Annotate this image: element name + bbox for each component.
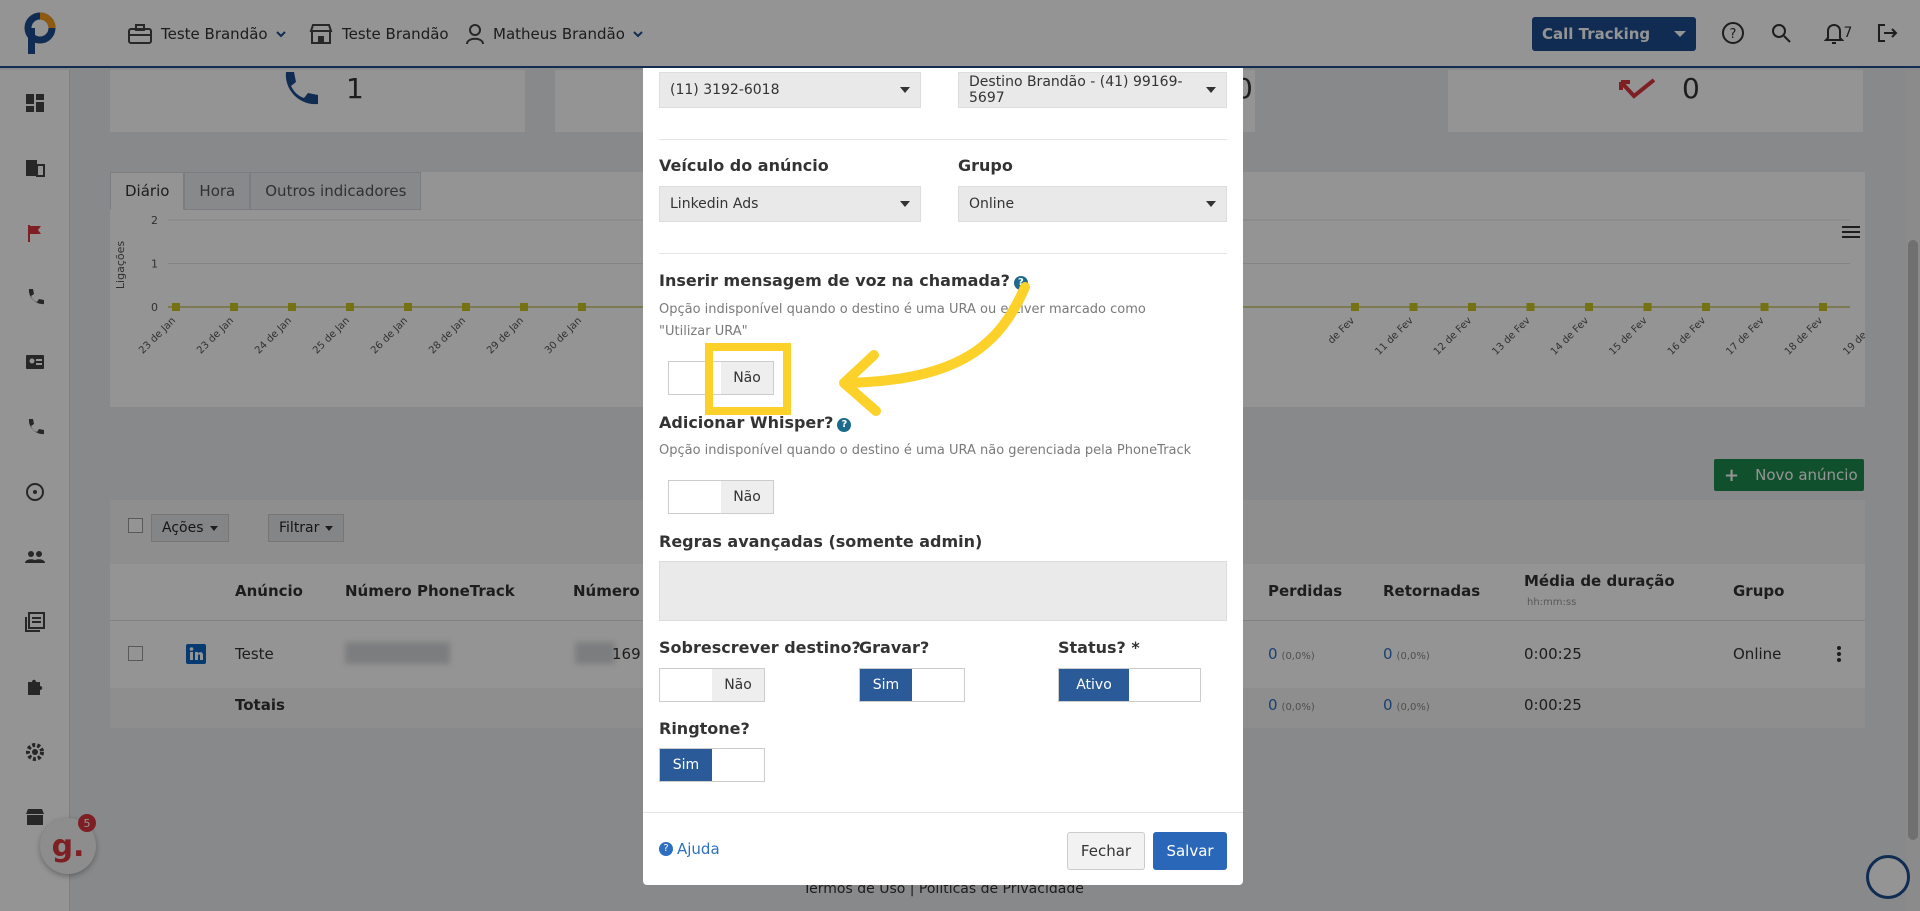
caret-down-icon	[1206, 87, 1216, 93]
vehicle-select[interactable]: Linkedin Ads	[659, 186, 921, 222]
whisper-label: Adicionar Whisper??	[659, 413, 852, 432]
destination-select[interactable]: Destino Brandão - (41) 99169-5697	[958, 72, 1227, 108]
vehicle-value: Linkedin Ads	[670, 196, 759, 212]
ringtone-label: Ringtone?	[659, 719, 750, 738]
record-toggle[interactable]: Sim	[859, 668, 965, 702]
toggle-off-segment	[912, 669, 964, 701]
status-toggle-label: Ativo	[1059, 669, 1129, 701]
divider	[659, 139, 1227, 140]
destination-value: Destino Brandão - (41) 99169-5697	[969, 74, 1183, 106]
highlight-box	[705, 343, 791, 415]
advanced-rules-label: Regras avançadas (somente admin)	[659, 532, 983, 551]
phonetrack-number-select[interactable]: (11) 3192-6018	[659, 72, 921, 108]
group-select[interactable]: Online	[958, 186, 1227, 222]
overwrite-destination-toggle[interactable]: Não	[659, 668, 765, 702]
save-button[interactable]: Salvar	[1153, 832, 1227, 870]
vehicle-label: Veículo do anúncio	[659, 156, 829, 175]
whisper-hint: Opção indisponível quando o destino é um…	[659, 443, 1192, 458]
phonetrack-number-value: (11) 3192-6018	[670, 82, 780, 98]
record-toggle-label: Sim	[860, 669, 912, 701]
whisper-toggle[interactable]: Não	[668, 480, 774, 514]
group-label: Grupo	[958, 156, 1013, 175]
toggle-off-segment	[1129, 669, 1200, 701]
record-label: Gravar?	[859, 638, 930, 657]
help-link[interactable]: ? Ajuda	[659, 840, 720, 858]
arrow-annotation-icon	[839, 282, 1030, 416]
overwrite-destination-label: Sobrescrever destino?	[659, 638, 861, 657]
toggle-off-segment	[660, 669, 712, 701]
caret-down-icon	[900, 87, 910, 93]
divider	[643, 812, 1243, 813]
whisper-label-text: Adicionar Whisper?	[659, 413, 834, 432]
caret-down-icon	[1206, 201, 1216, 207]
advanced-rules-textarea[interactable]	[659, 561, 1227, 621]
whisper-toggle-label: Não	[721, 481, 773, 513]
edit-ad-modal: (11) 3192-6018 Destino Brandão - (41) 99…	[643, 68, 1243, 885]
caret-down-icon	[900, 201, 910, 207]
help-icon: ?	[659, 842, 673, 856]
toggle-off-segment	[712, 749, 764, 781]
toggle-off-segment	[669, 481, 721, 513]
overwrite-toggle-label: Não	[712, 669, 764, 701]
ringtone-toggle-label: Sim	[660, 749, 712, 781]
close-button[interactable]: Fechar	[1067, 832, 1145, 870]
status-label: Status? *	[1058, 638, 1140, 657]
ringtone-toggle[interactable]: Sim	[659, 748, 765, 782]
group-value: Online	[969, 196, 1015, 212]
status-toggle[interactable]: Ativo	[1058, 668, 1201, 702]
divider	[659, 253, 1227, 254]
help-link-label: Ajuda	[677, 840, 720, 858]
